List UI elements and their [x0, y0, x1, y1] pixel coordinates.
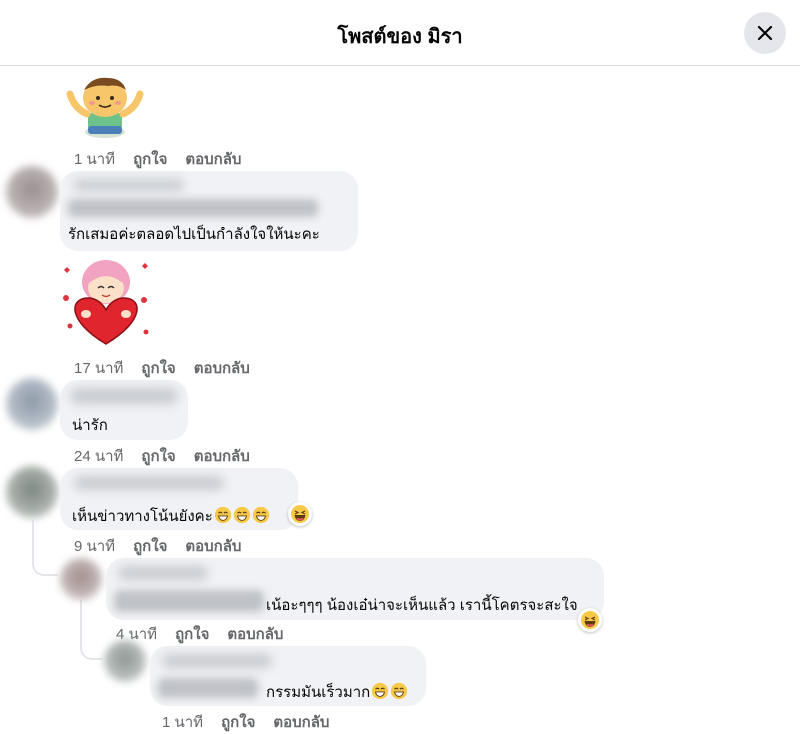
- like-link[interactable]: ถูกใจ: [141, 356, 175, 380]
- reply-link[interactable]: ตอบกลับ: [185, 147, 241, 171]
- avatar[interactable]: [6, 166, 58, 218]
- avatar[interactable]: [6, 466, 58, 518]
- thread-connector: [32, 518, 58, 576]
- close-icon: [757, 25, 773, 41]
- comment-timestamp[interactable]: 9 นาที: [74, 534, 115, 558]
- laughing-emoji-icon: [291, 505, 309, 523]
- grinning-emoji-icon: [391, 682, 408, 700]
- comment-text: เห็นข่าวทางโน้นยังคะ: [72, 504, 270, 528]
- reply-author[interactable]: [162, 654, 272, 668]
- page-title: โพสต์ของ มิรา: [337, 26, 463, 48]
- comment-author[interactable]: [74, 179, 184, 191]
- reply-link[interactable]: ตอบกลับ: [185, 534, 241, 558]
- girl-heart-sticker: [63, 260, 149, 345]
- post-header: โพสต์ของ มิรา: [0, 0, 800, 66]
- comment-timestamp[interactable]: 17 นาที: [74, 356, 123, 380]
- reply-link[interactable]: ตอบกลับ: [227, 622, 283, 646]
- comment-text: รักเสมอค่ะตลอดไปเป็นกำลังใจให้นะคะ: [68, 226, 320, 243]
- comment-timestamp[interactable]: 24 นาที: [74, 444, 123, 468]
- like-link[interactable]: ถูกใจ: [133, 147, 167, 171]
- reply-author[interactable]: [118, 566, 208, 580]
- blurred-text: [158, 678, 258, 698]
- grinning-emoji-icon: [214, 506, 231, 524]
- comment-author[interactable]: [70, 388, 178, 404]
- reply-link[interactable]: ตอบกลับ: [273, 710, 329, 734]
- comment-actions: 24 นาที ถูกใจ ตอบกลับ: [74, 444, 250, 468]
- comment-text-body: เห็นข่าวทางโน้นยังคะ: [72, 508, 213, 525]
- reply-text: เน้อะๆๆๆ น้องเอ๋น่าจะเห็นแล้ว เรานี้โคตร…: [266, 597, 578, 614]
- avatar[interactable]: [104, 640, 146, 682]
- comment-actions: 17 นาที ถูกใจ ตอบกลับ: [74, 356, 250, 380]
- reply-actions: 1 นาที ถูกใจ ตอบกลับ: [162, 710, 329, 734]
- reaction-badge[interactable]: [288, 502, 312, 526]
- blurred-text: [68, 199, 318, 217]
- reply-text: กรรมมันเร็วมาก: [266, 680, 408, 704]
- comment-author[interactable]: [74, 476, 224, 490]
- thread-connector: [80, 600, 102, 660]
- reply-text-body: กรรมมันเร็วมาก: [266, 684, 371, 701]
- avatar[interactable]: [60, 558, 102, 600]
- comment-text: น่ารัก: [72, 417, 108, 434]
- like-link[interactable]: ถูกใจ: [221, 710, 255, 734]
- like-link[interactable]: ถูกใจ: [133, 534, 167, 558]
- avatar[interactable]: [6, 378, 58, 430]
- grinning-emoji-icon: [252, 506, 269, 524]
- grinning-emoji-icon: [372, 682, 389, 700]
- blurred-text: [114, 590, 264, 612]
- boy-waving-sticker: [66, 77, 144, 138]
- reply-actions: 4 นาที ถูกใจ ตอบกลับ: [116, 622, 283, 646]
- comment-actions: 9 นาที ถูกใจ ตอบกลับ: [74, 534, 241, 558]
- reply-link[interactable]: ตอบกลับ: [194, 356, 250, 380]
- close-button[interactable]: [744, 12, 786, 54]
- reply-link[interactable]: ตอบกลับ: [194, 444, 250, 468]
- like-link[interactable]: ถูกใจ: [141, 444, 175, 468]
- laughing-emoji-icon: [581, 611, 599, 629]
- reply-timestamp[interactable]: 1 นาที: [162, 710, 203, 734]
- grinning-emoji-icon: [233, 506, 250, 524]
- reaction-badge[interactable]: [578, 608, 602, 632]
- comment-timestamp[interactable]: 1 นาที: [74, 147, 115, 171]
- comment-actions: 1 นาที ถูกใจ ตอบกลับ: [74, 147, 241, 171]
- like-link[interactable]: ถูกใจ: [175, 622, 209, 646]
